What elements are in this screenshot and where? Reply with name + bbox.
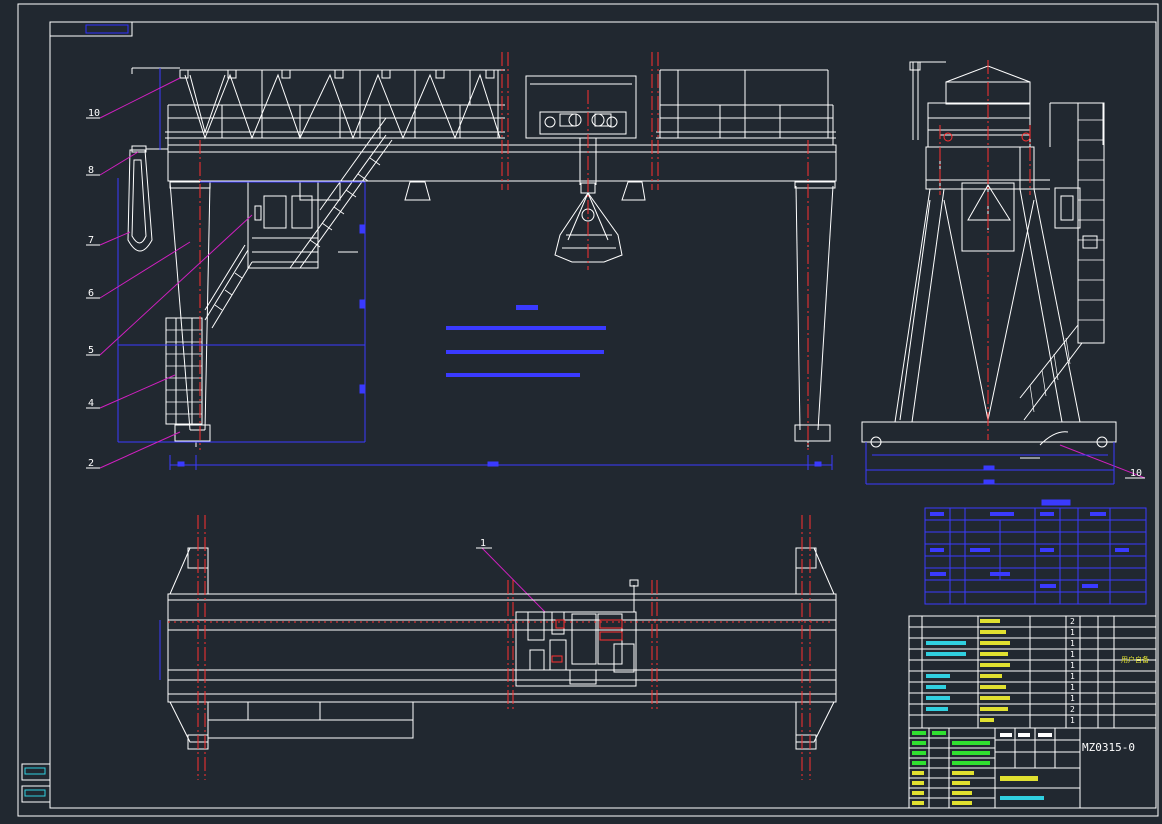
side-view: [861, 61, 1117, 459]
bom-qty-6: 1: [1070, 672, 1075, 681]
bom-qty-4: 1: [1070, 650, 1075, 659]
side-view-dimensions: [865, 442, 1115, 485]
part-number-1: 1: [480, 538, 486, 549]
bom-qty-7: 1: [1070, 683, 1075, 692]
part-number-5: 6: [88, 288, 94, 299]
bom-code-marks: [926, 641, 966, 711]
parameter-table-text-marks: [930, 512, 1129, 588]
top-left-tab: [49, 21, 133, 37]
bom-qty-9: 2: [1070, 705, 1075, 714]
cad-drawing-canvas[interactable]: 10 8 7 6 5 4 2 10 1 2 1 1 1 1 1 1 1 2 1 …: [0, 0, 1162, 820]
part-number-2: 2: [88, 458, 94, 469]
front-view-dimensions: [117, 68, 833, 470]
part-number-6: 7: [88, 235, 94, 246]
bom-qty-3: 1: [1070, 639, 1075, 648]
part-number-10: 10: [1130, 468, 1142, 479]
top-view-red-details: [168, 619, 830, 663]
front-view: [127, 67, 837, 447]
side-stamp-boxes: [21, 763, 51, 803]
bom-qty-1: 2: [1070, 617, 1075, 626]
bom-qty-5: 1: [1070, 661, 1075, 670]
bom-user-supplied-note: 用户自备: [1121, 655, 1149, 664]
part-number-7: 8: [88, 165, 94, 176]
part-number-8: 10: [88, 108, 100, 119]
bom-qty-8: 1: [1070, 694, 1075, 703]
bom-qty-10: 1: [1070, 716, 1075, 725]
parameter-table: [924, 499, 1147, 605]
technical-notes: [446, 305, 606, 377]
top-view: [159, 547, 837, 750]
bom-qty-2: 1: [1070, 628, 1075, 637]
part-number-4: 5: [88, 345, 94, 356]
part-number-3: 4: [88, 398, 94, 409]
top-view-centerlines: [197, 515, 811, 780]
drawing-number: MZ0315-0: [1082, 741, 1135, 754]
bom-table: [908, 615, 1157, 729]
